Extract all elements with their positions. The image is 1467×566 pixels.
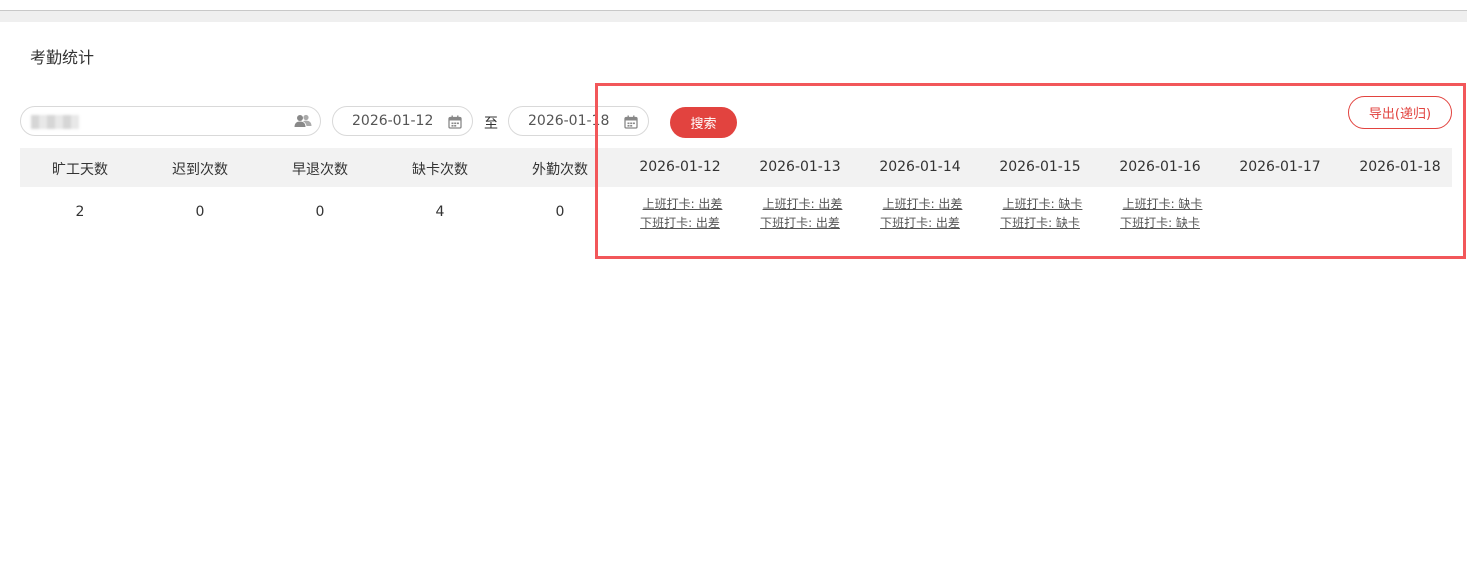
table-header: 旷工天数 迟到次数 早退次数 缺卡次数 外勤次数 2026-01-12 2026… xyxy=(20,148,1452,187)
day-cell: 上班打卡: 出差 下班打卡: 出差 xyxy=(860,195,980,233)
day-cell: 上班打卡: 缺卡 下班打卡: 缺卡 xyxy=(1100,195,1220,233)
clock-in-link[interactable]: 上班打卡: 出差 xyxy=(740,195,860,214)
day-cell: 上班打卡: 出差 下班打卡: 出差 xyxy=(620,195,740,233)
header-date: 2026-01-18 xyxy=(1359,159,1441,175)
clock-out-link[interactable]: 下班打卡: 出差 xyxy=(620,214,740,233)
clock-out-link[interactable]: 下班打卡: 缺卡 xyxy=(1100,214,1220,233)
header-late-count: 迟到次数 xyxy=(172,162,228,178)
clock-in-link[interactable]: 上班打卡: 出差 xyxy=(860,195,980,214)
search-button[interactable]: 搜索 xyxy=(670,107,737,138)
clock-in-link[interactable]: 上班打卡: 缺卡 xyxy=(1100,195,1220,214)
day-cell: 上班打卡: 出差 下班打卡: 出差 xyxy=(740,195,860,233)
header-date: 2026-01-17 xyxy=(1239,159,1321,175)
header-absence-days: 旷工天数 xyxy=(52,162,108,178)
start-date-value: 2026-01-12 xyxy=(352,113,434,129)
early-leave-count-value: 0 xyxy=(315,204,325,220)
blurred-user-name xyxy=(31,115,79,129)
day-cell: 上班打卡: 缺卡 下班打卡: 缺卡 xyxy=(980,195,1100,233)
header-field-work-count: 外勤次数 xyxy=(532,162,588,178)
missing-punch-count-value: 4 xyxy=(435,204,445,220)
calendar-icon[interactable] xyxy=(448,114,462,133)
header-date: 2026-01-14 xyxy=(879,159,961,175)
page-title: 考勤统计 xyxy=(30,48,95,67)
start-date-input[interactable]: 2026-01-12 xyxy=(332,106,473,136)
header-date: 2026-01-13 xyxy=(759,159,841,175)
late-count-value: 0 xyxy=(195,204,205,220)
header-date: 2026-01-15 xyxy=(999,159,1081,175)
header-missing-punch-count: 缺卡次数 xyxy=(412,162,468,178)
end-date-value: 2026-01-18 xyxy=(528,113,610,129)
export-button[interactable]: 导出(递归) xyxy=(1348,96,1452,129)
user-select-input[interactable] xyxy=(20,106,321,136)
header-early-leave-count: 早退次数 xyxy=(292,162,348,178)
clock-out-link[interactable]: 下班打卡: 缺卡 xyxy=(980,214,1100,233)
header-date: 2026-01-16 xyxy=(1119,159,1201,175)
header-date: 2026-01-12 xyxy=(639,159,721,175)
end-date-input[interactable]: 2026-01-18 xyxy=(508,106,649,136)
top-bar xyxy=(0,11,1467,22)
date-range-separator: 至 xyxy=(484,116,498,132)
clock-out-link[interactable]: 下班打卡: 出差 xyxy=(860,214,980,233)
clock-in-link[interactable]: 上班打卡: 出差 xyxy=(620,195,740,214)
field-work-count-value: 0 xyxy=(555,204,565,220)
calendar-icon[interactable] xyxy=(624,114,638,133)
clock-in-link[interactable]: 上班打卡: 缺卡 xyxy=(980,195,1100,214)
clock-out-link[interactable]: 下班打卡: 出差 xyxy=(740,214,860,233)
absence-days-value: 2 xyxy=(75,204,85,220)
table-row: 2 0 0 4 0 上班打卡: 出差 下班打卡: 出差 上班打卡: 出差 下班打… xyxy=(20,187,1452,247)
users-icon[interactable] xyxy=(294,113,312,133)
